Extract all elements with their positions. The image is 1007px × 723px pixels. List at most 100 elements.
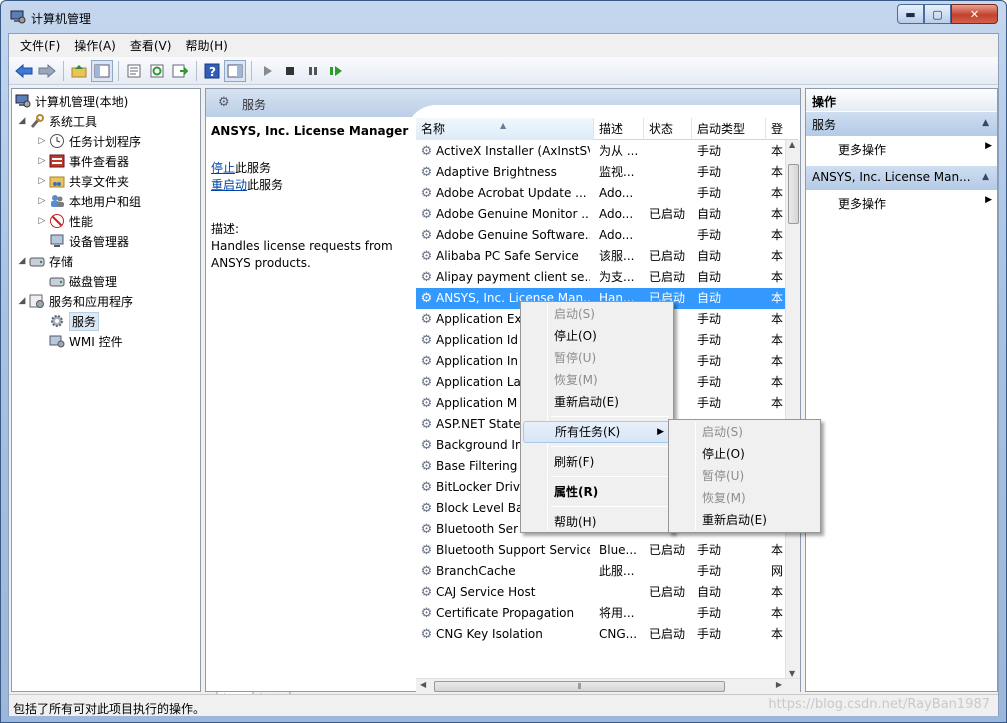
tree-item-storage[interactable]: ◢ 存储 — [16, 251, 73, 271]
cell-name: BranchCache — [436, 564, 516, 578]
sort-ascending-icon: ▲ — [500, 121, 507, 130]
menu-action[interactable]: 操作(A) — [67, 37, 123, 54]
help-icon[interactable]: ? — [201, 60, 223, 82]
export-list-icon[interactable] — [169, 60, 191, 82]
submenu-item-restart[interactable]: 重新启动(E) — [671, 509, 818, 531]
tree-item-services-apps[interactable]: ◢ 服务和应用程序 — [16, 291, 133, 311]
scroll-right-icon[interactable]: ▶ — [776, 680, 782, 689]
restart-service-link[interactable]: 重启动 — [211, 178, 247, 192]
submenu-item-resume[interactable]: 恢复(M) — [671, 487, 818, 509]
computer-management-icon — [10, 10, 26, 24]
back-icon[interactable] — [13, 60, 35, 82]
tree-item-local-users[interactable]: ▷ 本地用户和组 — [36, 191, 141, 211]
column-description[interactable]: 描述 — [594, 118, 644, 140]
tree-item-disk-management[interactable]: 磁盘管理 — [48, 271, 117, 291]
horizontal-scrollbar[interactable]: ◀ ⦀ ▶ — [416, 678, 800, 693]
stop-service-link[interactable]: 停止 — [211, 161, 235, 175]
vertical-scrollbar[interactable]: ▲ ▼ — [785, 140, 800, 678]
table-row[interactable]: ⚙ BranchCache 此服... 手动 网 — [416, 561, 786, 582]
tree-item-event-viewer[interactable]: ▷ 事件查看器 — [36, 151, 129, 171]
tree-item-task-scheduler[interactable]: ▷ 任务计划程序 — [36, 131, 141, 151]
scroll-thumb-horizontal[interactable]: ⦀ — [434, 681, 725, 692]
menu-file[interactable]: 文件(F) — [13, 37, 67, 54]
show-hide-tree-icon[interactable] — [91, 59, 113, 82]
tree-item-device-manager[interactable]: 设备管理器 — [48, 231, 129, 251]
expand-icon[interactable]: ▷ — [36, 196, 48, 206]
scroll-down-icon[interactable]: ▼ — [789, 669, 795, 678]
cell-logon: 本 — [771, 207, 784, 221]
show-hide-action-icon[interactable] — [224, 59, 246, 82]
collapse-icon[interactable]: ◢ — [16, 256, 28, 266]
refresh-icon[interactable] — [146, 60, 168, 82]
menu-item-resume[interactable]: 恢复(M) — [523, 369, 671, 391]
tree-item-wmi[interactable]: WMI 控件 — [48, 331, 123, 351]
menu-item-start[interactable]: 启动(S) — [523, 303, 671, 325]
cell-startup: 手动 — [697, 627, 722, 641]
actions-section-ansys[interactable]: ANSYS, Inc. License Man... ▲ — [806, 166, 997, 190]
tree-item-performance[interactable]: ▷ 性能 — [36, 211, 93, 231]
services-apps-icon — [28, 293, 45, 309]
tree-item-services[interactable]: 服务 — [48, 311, 100, 331]
menu-help[interactable]: 帮助(H) — [178, 37, 234, 54]
menu-item-stop[interactable]: 停止(O) — [523, 325, 671, 347]
table-row[interactable]: ⚙ Adobe Acrobat Update ... Ado... 手动 本 — [416, 183, 786, 204]
restart-icon[interactable] — [325, 60, 347, 82]
table-row[interactable]: ⚙ Alibaba PC Safe Service 该服... 已启动 自动 本 — [416, 246, 786, 267]
tree-item-shared-folders[interactable]: ▷ 共享文件夹 — [36, 171, 129, 191]
properties-icon[interactable] — [123, 60, 145, 82]
scroll-thumb[interactable] — [788, 164, 799, 224]
scroll-up-icon[interactable]: ▲ — [789, 140, 795, 149]
column-startup-type[interactable]: 启动类型 — [692, 118, 766, 140]
tree-item-system-tools[interactable]: ◢ 系统工具 — [16, 111, 97, 131]
collapse-icon[interactable]: ◢ — [16, 116, 28, 126]
more-actions-services[interactable]: 更多操作 ▶ — [806, 136, 997, 160]
more-actions-ansys[interactable]: 更多操作 ▶ — [806, 190, 997, 214]
play-icon[interactable] — [256, 60, 278, 82]
table-row[interactable]: ⚙ Adaptive Brightness 监视... 手动 本 — [416, 162, 786, 183]
column-status[interactable]: 状态 — [644, 118, 692, 140]
submenu-item-pause[interactable]: 暂停(U) — [671, 465, 818, 487]
table-row[interactable]: ⚙ ActiveX Installer (AxInstSV) 为从 ... 手动 本 — [416, 141, 786, 162]
forward-icon[interactable] — [36, 60, 58, 82]
title-bar[interactable]: 计算机管理 ▬ ▢ ✕ — [1, 1, 1006, 33]
tree-item-root[interactable]: 计算机管理(本地) — [14, 91, 128, 111]
column-logon[interactable]: 登 — [766, 118, 798, 140]
menu-item-properties[interactable]: 属性(R) — [523, 481, 671, 503]
actions-section-services[interactable]: 服务 ▲ — [806, 112, 997, 136]
up-folder-icon[interactable] — [68, 60, 90, 82]
disk-icon — [48, 273, 65, 289]
stop-icon[interactable] — [279, 60, 301, 82]
client-area: 文件(F) 操作(A) 查看(V) 帮助(H) ? 计算机管理(本地) ◢ 系统… — [8, 33, 999, 716]
expand-icon[interactable]: ▷ — [36, 156, 48, 166]
menu-item-pause[interactable]: 暂停(U) — [523, 347, 671, 369]
submenu-item-stop[interactable]: 停止(O) — [671, 443, 818, 465]
maximize-button[interactable]: ▢ — [924, 4, 951, 24]
expand-icon[interactable]: ▷ — [36, 136, 48, 146]
collapse-icon[interactable]: ◢ — [16, 296, 28, 306]
column-name[interactable]: ▲ 名称 — [416, 118, 594, 140]
table-row[interactable]: ⚙ Adobe Genuine Software... Ado... 手动 本 — [416, 225, 786, 246]
expand-icon[interactable]: ▷ — [36, 216, 48, 226]
cell-logon: 本 — [771, 627, 784, 641]
pause-icon[interactable] — [302, 60, 324, 82]
menu-view[interactable]: 查看(V) — [123, 37, 179, 54]
expand-icon[interactable]: ▷ — [36, 176, 48, 186]
menu-item-all-tasks[interactable]: 所有任务(K) ▶ — [523, 421, 671, 443]
table-row[interactable]: ⚙ CNG Key Isolation CNG... 已启动 手动 本 — [416, 624, 786, 645]
minimize-button[interactable]: ▬ — [897, 4, 924, 24]
table-row[interactable]: ⚙ Certificate Propagation 将用... 手动 本 — [416, 603, 786, 624]
close-button[interactable]: ✕ — [951, 4, 998, 24]
menu-item-help[interactable]: 帮助(H) — [523, 511, 671, 533]
actions-pane: 操作 服务 ▲ 更多操作 ▶ ANSYS, Inc. License Man... ▲… — [805, 88, 998, 692]
table-row[interactable]: ⚙ Adobe Genuine Monitor ... Ado... 已启动 自动 本 — [416, 204, 786, 225]
collapse-icon: ▲ — [982, 172, 989, 182]
table-row[interactable]: ⚙ Alipay payment client se... 为支... 已启动 自动 本 — [416, 267, 786, 288]
submenu-item-start[interactable]: 启动(S) — [671, 421, 818, 443]
table-row[interactable]: ⚙ Bluetooth Support Service Blue... 已启动 手动 本 — [416, 540, 786, 561]
menu-item-refresh[interactable]: 刷新(F) — [523, 451, 671, 473]
service-gear-icon: ⚙ — [420, 459, 433, 474]
minimize-icon: ▬ — [905, 7, 916, 21]
table-row[interactable]: ⚙ CAJ Service Host 已启动 自动 本 — [416, 582, 786, 603]
scroll-left-icon[interactable]: ◀ — [420, 680, 426, 689]
menu-item-restart[interactable]: 重新启动(E) — [523, 391, 671, 413]
